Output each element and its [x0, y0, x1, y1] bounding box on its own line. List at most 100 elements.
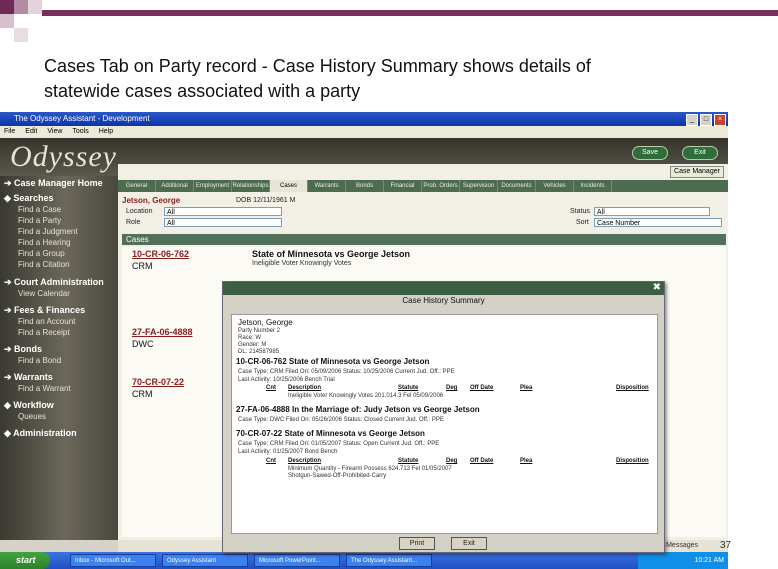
nav-court-administration[interactable]: ➔ Court Administration: [4, 277, 104, 288]
history-case-heading: 70-CR-07-22 State of Minnesota vs George…: [236, 429, 425, 438]
taskbar-item[interactable]: The Odyssey Assistant...: [346, 554, 432, 567]
status-select[interactable]: All: [594, 207, 710, 216]
role-label: Role: [126, 219, 141, 226]
slide-title: Cases Tab on Party record - Case History…: [44, 56, 591, 101]
tab-employment[interactable]: Employment: [194, 180, 232, 192]
sort-select[interactable]: Case Number: [594, 218, 722, 227]
party-detail: Party Number 2: [238, 328, 281, 334]
col-header: Description: [288, 458, 322, 464]
navigation-sidebar: ➔ Case Manager Home ◆ Searches Find a Ca…: [0, 176, 118, 540]
case-manager-tab[interactable]: Case Manager: [670, 166, 724, 178]
nav-find-citation[interactable]: Find a Citation: [18, 260, 70, 269]
menu-file[interactable]: File: [4, 126, 15, 138]
menu-help[interactable]: Help: [99, 126, 113, 138]
nav-find-account[interactable]: Find an Account: [18, 317, 75, 326]
system-tray-clock: 10:21 AM: [638, 552, 728, 569]
nav-workflow[interactable]: ◆ Workflow: [4, 400, 54, 411]
nav-find-hearing[interactable]: Find a Hearing: [18, 238, 70, 247]
tab-relationships[interactable]: Relationships: [232, 180, 270, 192]
charge-row: Minimum Quantity - Firearm Possess 624.7…: [288, 466, 452, 472]
nav-find-warrant[interactable]: Find a Warrant: [18, 384, 71, 393]
history-case-detail: Case Type: DWC Filed On: 05/26/2006 Stat…: [238, 417, 444, 423]
tab-cases[interactable]: Cases: [270, 180, 308, 192]
sort-label: Sort: [576, 219, 589, 226]
case-type: DWC: [132, 339, 154, 349]
menu-tools[interactable]: Tools: [72, 126, 88, 138]
history-case-heading: 27-FA-06-4888 In the Marriage of: Judy J…: [236, 405, 480, 414]
nav-find-bond[interactable]: Find a Bond: [18, 356, 61, 365]
taskbar-item[interactable]: Odyssey Assistant: [162, 554, 248, 567]
tab-bonds[interactable]: Bonds: [346, 180, 384, 192]
col-header: Plea: [520, 385, 533, 391]
nav-find-judgment[interactable]: Find a Judgment: [18, 227, 78, 236]
nav-case-manager-home[interactable]: ➔ Case Manager Home: [4, 178, 103, 189]
taskbar-item[interactable]: Inbox - Microsoft Out...: [70, 554, 156, 567]
messages-label[interactable]: Messages: [666, 540, 698, 552]
case-number-link[interactable]: 70-CR-07-22: [132, 377, 184, 387]
case-row[interactable]: 27-FA-06-4888 DWC: [122, 325, 222, 355]
nav-find-group[interactable]: Find a Group: [18, 249, 65, 258]
case-row[interactable]: 70-CR-07-22 CRM: [122, 375, 222, 405]
save-button[interactable]: Save: [632, 146, 668, 160]
party-name: Jetson, George: [122, 196, 181, 205]
history-case-detail: Case Type: CRM Filed On: 01/05/2007 Stat…: [238, 441, 440, 447]
case-number-link[interactable]: 27-FA-06-4888: [132, 327, 193, 337]
maximize-button[interactable]: □: [700, 114, 712, 126]
col-header: Deg: [446, 385, 458, 391]
dialog-title: Case History Summary: [402, 296, 485, 305]
case-number-link[interactable]: 10-CR-06-762: [132, 249, 189, 259]
start-button[interactable]: start: [0, 552, 50, 569]
nav-searches[interactable]: ◆ Searches: [4, 193, 53, 204]
nav-find-receipt[interactable]: Find a Receipt: [18, 328, 70, 337]
col-header: Description: [288, 385, 322, 391]
history-party-name: Jetson, George: [238, 318, 293, 327]
tab-vehicles[interactable]: Vehicles: [536, 180, 574, 192]
case-type: CRM: [132, 261, 153, 271]
col-header: Cnt: [266, 385, 276, 391]
nav-find-party[interactable]: Find a Party: [18, 216, 61, 225]
tab-documents[interactable]: Documents: [498, 180, 536, 192]
nav-bonds[interactable]: ➔ Bonds: [4, 344, 42, 355]
taskbar-item[interactable]: Microsoft PowerPoint...: [254, 554, 340, 567]
tab-additional[interactable]: Additional: [156, 180, 194, 192]
col-header: Disposition: [616, 385, 649, 391]
header-rule: [42, 10, 778, 16]
nav-warrants[interactable]: ➔ Warrants: [4, 372, 53, 383]
party-detail: DL: 214587985: [238, 349, 280, 355]
minimize-button[interactable]: _: [686, 114, 698, 126]
nav-view-calendar[interactable]: View Calendar: [18, 289, 70, 298]
history-case-detail: Case Type: CRM Filed On: 05/09/2006 Stat…: [238, 369, 455, 375]
case-title: State of Minnesota vs George Jetson: [252, 249, 411, 259]
odyssey-logo: Odyssey: [10, 140, 117, 173]
close-icon[interactable]: ✖: [653, 283, 661, 293]
tab-warrants[interactable]: Warrants: [308, 180, 346, 192]
col-header: Off Date: [470, 385, 494, 391]
tab-incidents[interactable]: Incidents: [574, 180, 612, 192]
nav-fees-finances[interactable]: ➔ Fees & Finances: [4, 305, 85, 316]
tab-supervision[interactable]: Supervision: [460, 180, 498, 192]
menu-bar: File Edit View Tools Help: [0, 126, 728, 138]
tab-prob-orders[interactable]: Prob. Orders: [422, 180, 460, 192]
role-select[interactable]: All: [164, 218, 282, 227]
col-header: Plea: [520, 458, 533, 464]
nav-find-case[interactable]: Find a Case: [18, 205, 61, 214]
party-info: DOB 12/11/1961 M: [236, 197, 296, 204]
print-button[interactable]: Print: [399, 537, 435, 550]
party-tabs: General Additional Employment Relationsh…: [118, 180, 728, 192]
charge-row: Ineligible Voter Knowingly Votes 201.014…: [288, 393, 444, 399]
menu-view[interactable]: View: [47, 126, 62, 138]
close-button[interactable]: ×: [714, 114, 726, 126]
status-label: Status: [570, 208, 590, 215]
exit-button[interactable]: Exit: [682, 146, 718, 160]
dialog-exit-button[interactable]: Exit: [451, 537, 487, 550]
location-select[interactable]: All: [164, 207, 282, 216]
window-title: The Odyssey Assistant - Development: [14, 114, 150, 123]
dialog-header: ✖: [223, 282, 664, 295]
tab-financial[interactable]: Financial: [384, 180, 422, 192]
nav-queues[interactable]: Queues: [18, 412, 46, 421]
col-header: Off Date: [470, 458, 494, 464]
tab-general[interactable]: General: [118, 180, 156, 192]
corner-square: [14, 0, 28, 14]
menu-edit[interactable]: Edit: [25, 126, 37, 138]
nav-administration[interactable]: ◆ Administration: [4, 428, 77, 439]
